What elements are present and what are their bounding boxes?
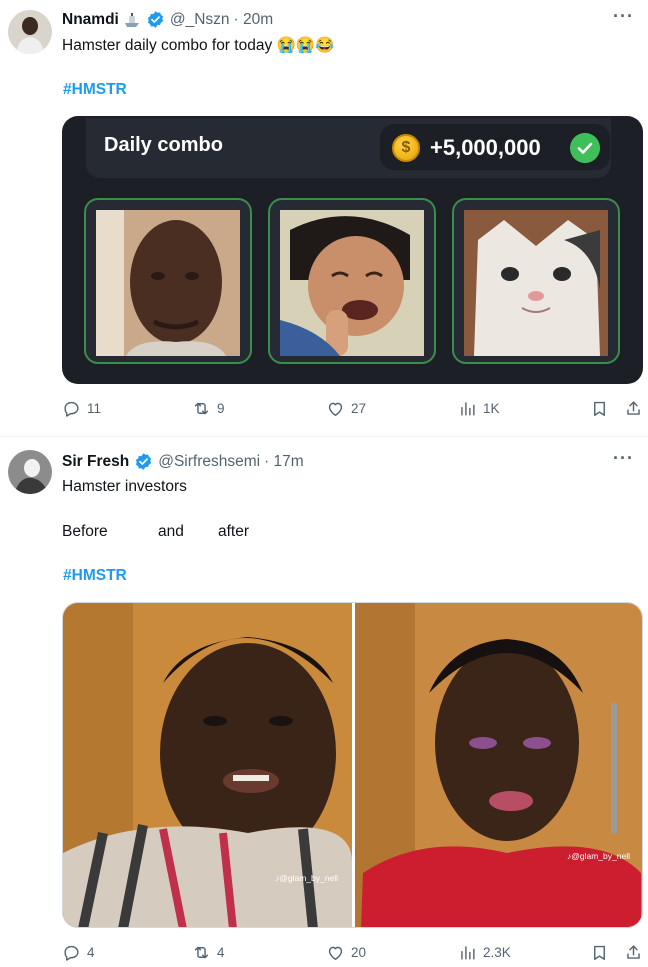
more-options-icon[interactable]: ···: [613, 6, 634, 27]
repost-count: 9: [217, 401, 225, 416]
views-icon: [461, 402, 475, 416]
hashtag-link[interactable]: #HMSTR: [63, 81, 127, 99]
bookmark-button[interactable]: [590, 943, 615, 962]
reply-button[interactable]: 11: [62, 399, 101, 418]
tweet-actions: 11 9 27 1K: [62, 399, 644, 421]
man-face-image: [96, 210, 240, 356]
bookmark-button[interactable]: [590, 399, 615, 418]
tweet-text-and: and: [158, 523, 184, 540]
view-count: 1K: [483, 401, 500, 416]
combo-card-1: [84, 198, 252, 364]
combo-card-3: [452, 198, 620, 364]
bookmark-icon: [594, 945, 605, 960]
watermark-left: ♪@glam_by_nell: [275, 873, 338, 883]
cat-image: [464, 210, 608, 356]
reply-icon: [64, 945, 79, 961]
views-button[interactable]: 1K: [458, 399, 500, 418]
verified-badge-icon: [136, 453, 152, 470]
repost-count: 4: [217, 945, 225, 960]
reply-count: 4: [87, 945, 95, 960]
verified-badge-icon: [147, 11, 163, 28]
avatar[interactable]: [8, 10, 52, 54]
ship-emoji-icon: [124, 12, 139, 27]
tweet-text-after: after: [218, 523, 250, 540]
tweet-actions: 4 4 20 2.3K: [62, 943, 644, 965]
timestamp[interactable]: · 20m: [234, 11, 274, 29]
like-count: 20: [351, 945, 367, 960]
view-count: 2.3K: [483, 945, 511, 960]
crying-kid-image: [280, 210, 424, 356]
heart-icon: [328, 402, 343, 416]
share-button[interactable]: [624, 943, 648, 962]
media-image[interactable]: Daily combo $ +5,000,000: [62, 116, 643, 384]
reply-count: 11: [87, 401, 102, 416]
share-icon: [627, 401, 640, 415]
share-button[interactable]: [624, 399, 648, 418]
coin-icon: $: [392, 134, 420, 162]
repost-button[interactable]: 4: [192, 943, 225, 962]
views-icon: [461, 946, 475, 960]
hashtag-link[interactable]: #HMSTR: [63, 567, 127, 585]
reply-button[interactable]: 4: [62, 943, 95, 962]
bookmark-icon: [594, 401, 605, 416]
timestamp[interactable]: · 17m: [264, 453, 304, 471]
reply-icon: [64, 401, 79, 417]
reward-amount: +5,000,000: [430, 135, 541, 160]
repost-button[interactable]: 9: [192, 399, 225, 418]
author-handle[interactable]: @_Nszn: [170, 11, 230, 29]
repost-icon: [194, 946, 209, 959]
combo-card-2: [268, 198, 436, 364]
tweet-1[interactable]: Nnamdi @_Nszn · 20m ··· Hamster daily co…: [0, 0, 648, 436]
reward-pill: $ +5,000,000: [380, 124, 610, 170]
repost-icon: [194, 402, 209, 415]
watermark-right: ♪@glam_by_nell: [567, 851, 630, 861]
share-icon: [627, 945, 640, 959]
like-count: 27: [351, 401, 367, 416]
views-button[interactable]: 2.3K: [458, 943, 511, 962]
tweet-text: Hamster investors: [62, 478, 187, 495]
like-button[interactable]: 27: [326, 399, 366, 418]
author-name[interactable]: Nnamdi: [62, 11, 119, 29]
check-icon: [570, 133, 600, 163]
combo-title: Daily combo: [104, 134, 223, 156]
author-handle[interactable]: @Sirfreshsemi: [158, 453, 260, 471]
media-image[interactable]: ♪@glam_by_nell ♪@glam_by_nell: [62, 602, 643, 928]
tweet-text: Hamster daily combo for today 😭😭😂: [62, 37, 335, 54]
heart-icon: [328, 946, 343, 960]
avatar[interactable]: [8, 450, 52, 494]
author-name[interactable]: Sir Fresh: [62, 453, 129, 471]
like-button[interactable]: 20: [326, 943, 366, 962]
more-options-icon[interactable]: ···: [613, 448, 634, 469]
tweet-text-before: Before: [62, 523, 108, 540]
